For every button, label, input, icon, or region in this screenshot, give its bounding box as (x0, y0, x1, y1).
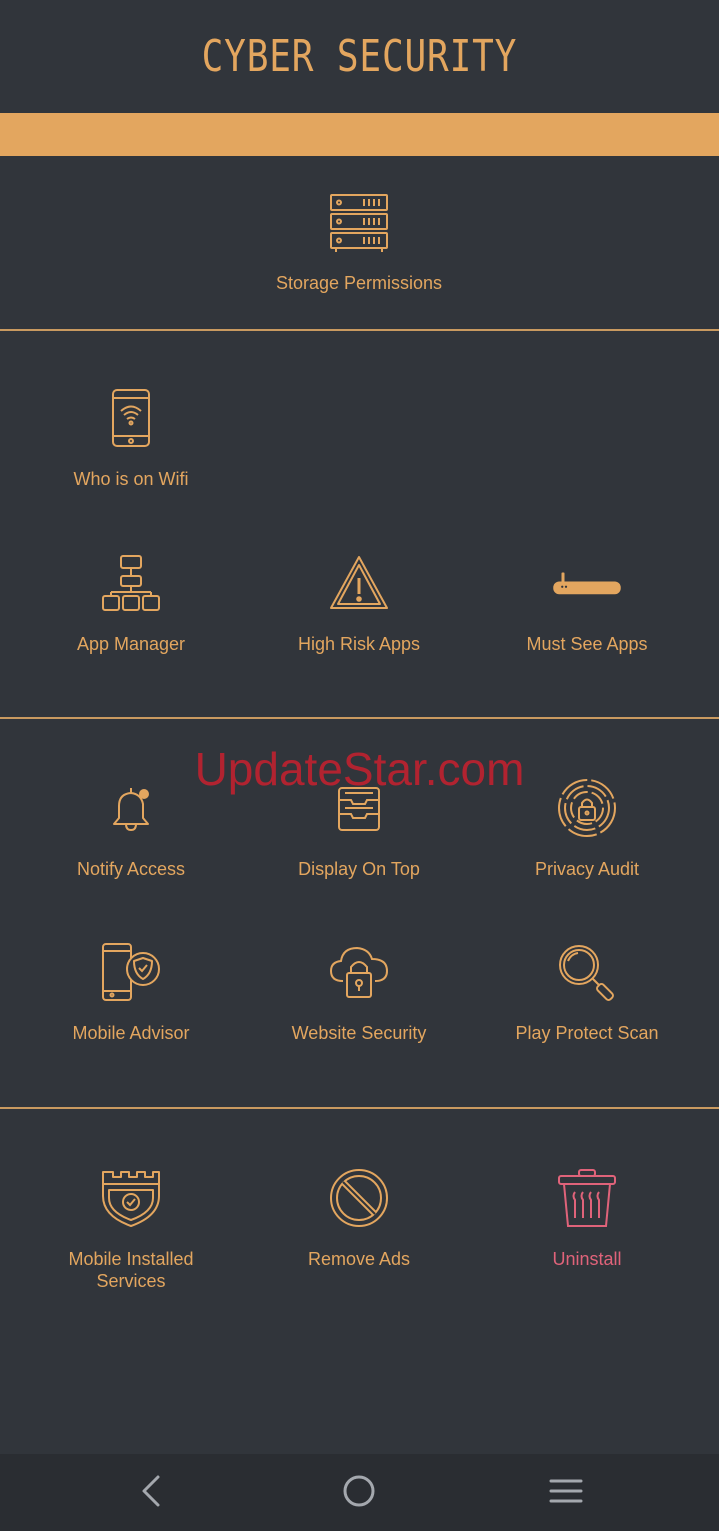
back-icon (136, 1474, 166, 1513)
back-button[interactable] (126, 1468, 176, 1518)
app-header: CYBER SECURITY (0, 0, 719, 113)
phone-shield-icon (95, 936, 167, 1008)
menu-button[interactable] (541, 1468, 591, 1518)
section-divider (0, 329, 719, 331)
server-rack-icon (323, 186, 395, 258)
system-navigation-bar (0, 1454, 719, 1531)
must-see-apps-button[interactable]: Must See Apps (473, 547, 701, 655)
section-divider (0, 717, 719, 719)
remove-ads-button[interactable]: Remove Ads (245, 1162, 473, 1270)
castle-shield-icon (95, 1162, 167, 1234)
high-risk-apps-button[interactable]: High Risk Apps (245, 547, 473, 655)
uninstall-label: Uninstall (552, 1249, 622, 1269)
remove-ads-label: Remove Ads (307, 1249, 411, 1269)
fingerprint-lock-icon (551, 772, 623, 844)
uninstall-button[interactable]: Uninstall (473, 1162, 701, 1270)
privacy-audit-button[interactable]: Privacy Audit (473, 772, 701, 880)
magnifier-icon (551, 936, 623, 1008)
mobile-advisor-button[interactable]: Mobile Advisor (17, 936, 245, 1044)
display-on-top-button[interactable]: Display On Top (245, 772, 473, 880)
cloud-lock-icon (323, 936, 395, 1008)
who-is-on-wifi-label: Who is on Wifi (73, 469, 189, 489)
play-protect-scan-label: Play Protect Scan (515, 1023, 659, 1043)
mobile-advisor-label: Mobile Advisor (72, 1023, 190, 1043)
home-button[interactable] (334, 1468, 384, 1518)
menu-icon (548, 1476, 584, 1511)
high-risk-apps-label: High Risk Apps (297, 634, 421, 654)
phone-wifi-icon (95, 382, 167, 454)
bell-icon (95, 772, 167, 844)
storage-permissions-button[interactable]: Storage Permissions (245, 186, 473, 294)
router-icon (551, 547, 623, 619)
display-on-top-label: Display On Top (298, 859, 420, 879)
warning-triangle-icon (323, 547, 395, 619)
page-title: CYBER SECURITY (201, 31, 518, 82)
home-icon (341, 1473, 377, 1514)
storage-permissions-label: Storage Permissions (275, 273, 443, 293)
trash-icon (551, 1162, 623, 1234)
section-divider (0, 1107, 719, 1109)
stacked-trays-icon (323, 772, 395, 844)
app-manager-label: App Manager (76, 634, 186, 654)
must-see-apps-label: Must See Apps (526, 634, 648, 654)
who-is-on-wifi-button[interactable]: Who is on Wifi (17, 382, 245, 490)
mobile-installed-services-label: Mobile Installed Services (68, 1249, 194, 1291)
no-sign-icon (323, 1162, 395, 1234)
hierarchy-icon (95, 547, 167, 619)
website-security-button[interactable]: Website Security (245, 936, 473, 1044)
app-manager-button[interactable]: App Manager (17, 547, 245, 655)
play-protect-scan-button[interactable]: Play Protect Scan (473, 936, 701, 1044)
mobile-installed-services-button[interactable]: Mobile Installed Services (17, 1162, 245, 1292)
accent-bar (0, 113, 719, 156)
notify-access-button[interactable]: Notify Access (17, 772, 245, 880)
privacy-audit-label: Privacy Audit (534, 859, 640, 879)
website-security-label: Website Security (291, 1023, 427, 1043)
notify-access-label: Notify Access (76, 859, 186, 879)
